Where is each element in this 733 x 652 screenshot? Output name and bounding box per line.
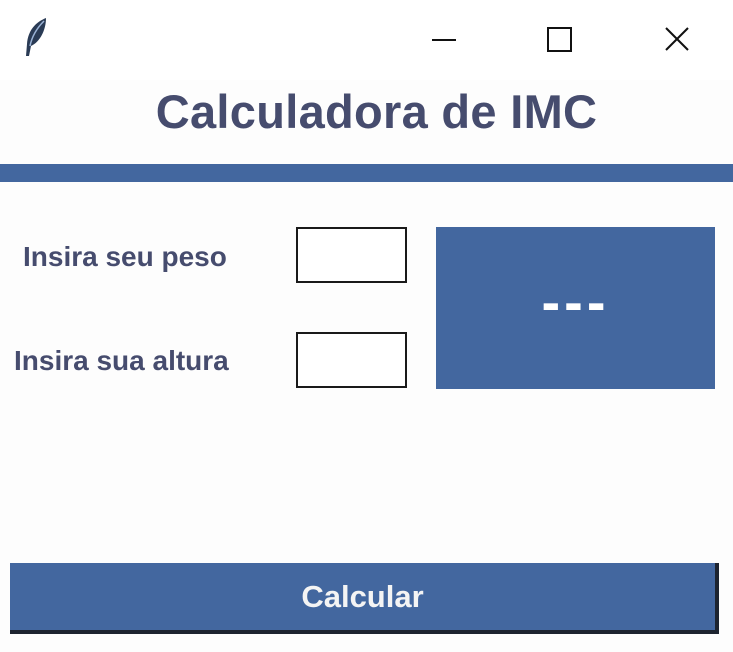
feather-icon xyxy=(22,16,50,60)
title-bar xyxy=(0,0,733,80)
minimize-button[interactable] xyxy=(414,10,474,70)
weight-input[interactable] xyxy=(296,227,407,283)
result-panel: --- xyxy=(436,227,715,389)
weight-label: Insira seu peso xyxy=(23,241,227,272)
close-icon xyxy=(665,27,689,51)
maximize-button[interactable] xyxy=(530,10,590,70)
maximize-icon xyxy=(547,27,572,52)
minimize-icon xyxy=(432,39,456,41)
height-input[interactable] xyxy=(296,332,407,388)
result-value: --- xyxy=(541,270,610,333)
accent-divider xyxy=(0,164,733,182)
height-label: Insira sua altura xyxy=(14,345,229,376)
close-button[interactable] xyxy=(647,10,707,70)
page-title: Calculadora de IMC xyxy=(155,85,598,138)
calculate-button[interactable]: Calcular xyxy=(10,563,719,634)
